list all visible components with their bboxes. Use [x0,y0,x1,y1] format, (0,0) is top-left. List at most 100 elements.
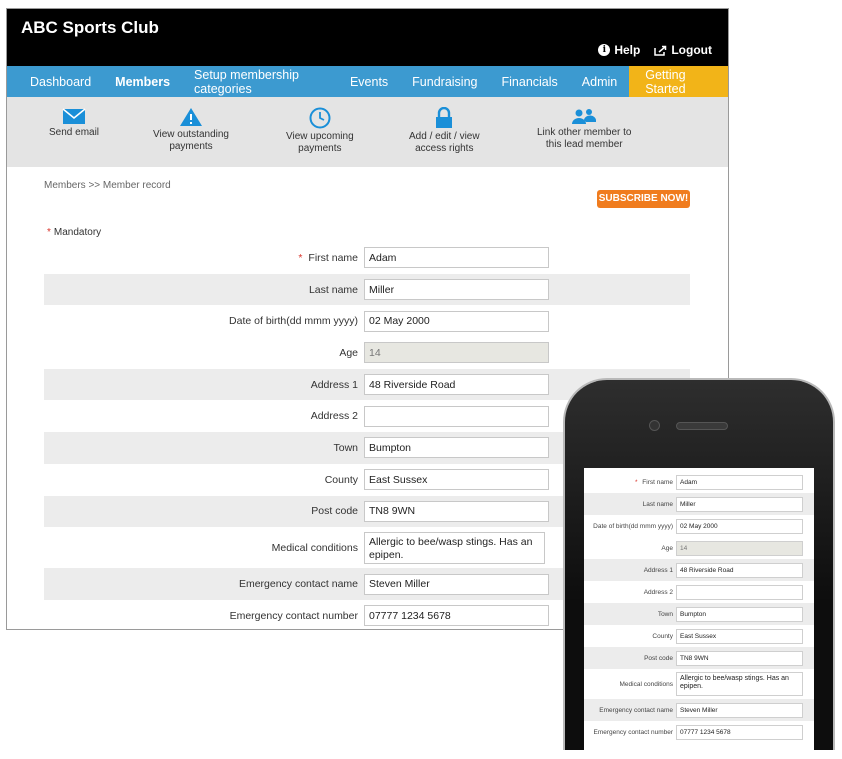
phone-screen: * First name Adam Last name Miller Date … [584,468,814,750]
help-label: Help [614,43,641,57]
dob-label: Date of birth(dd mmm yyyy) [229,315,358,328]
phone-mockup: * First name Adam Last name Miller Date … [563,378,835,750]
last-name-label: Last name [308,283,358,296]
warning-icon [179,108,202,126]
lock-icon [436,107,453,128]
phone-camera [649,420,660,431]
required-star: * [47,227,51,238]
nav-members[interactable]: Members [103,66,182,97]
nav-fundraising[interactable]: Fundraising [400,66,489,97]
mobile-dob-field[interactable]: 02 May 2000 [676,518,803,534]
address1-field[interactable]: 48 Riverside Road [364,374,549,396]
dob-field[interactable]: 02 May 2000 [364,310,549,332]
first-name-field[interactable]: Adam [364,247,549,269]
view-upcoming-payments-button[interactable]: View upcoming payments [286,107,354,155]
mobile-row-emergency-number: Emergency contact number 07777 1234 5678 [584,721,814,743]
mobile-row-last-name: Last name Miller [584,493,814,515]
mandatory-label: Mandatory [53,227,102,238]
emergency-number-label: Emergency contact number [229,609,358,622]
mobile-row-dob: Date of birth(dd mmm yyyy) 02 May 2000 [584,515,814,537]
mobile-row-postcode: Post code TN8 9WN [584,647,814,669]
info-icon: i [598,44,611,56]
mobile-postcode-field[interactable]: TN8 9WN [676,650,803,666]
send-email-label: Send email [49,127,100,138]
mobile-emergency-number-field[interactable]: 07777 1234 5678 [676,724,803,740]
mobile-row-age: Age 14 [584,537,814,559]
mobile-dob-label: Date of birth(dd mmm yyyy) [593,522,673,530]
outstanding-label-1: View outstanding [153,129,229,140]
help-link[interactable]: i Help [598,43,640,57]
mobile-row-emergency-name: Emergency contact name Steven Miller [584,699,814,721]
emergency-number-field[interactable]: 07777 1234 5678 [364,605,549,627]
form-row-dob: Date of birth(dd mmm yyyy) 02 May 2000 [44,305,690,337]
mobile-last-name-field[interactable]: Miller [676,496,803,512]
mobile-row-address2: Address 2 [584,581,814,603]
access-rights-button[interactable]: Add / edit / view access rights [409,107,480,155]
link-member-button[interactable]: Link other member to this lead member [537,107,632,151]
required-star: * [298,251,303,264]
nav-getting-started[interactable]: Getting Started [629,66,728,97]
postcode-field[interactable]: TN8 9WN [364,500,549,522]
town-label: Town [333,441,358,454]
age-label: Age [339,346,358,359]
mobile-town-label: Town [657,610,673,618]
postcode-label: Post code [311,505,358,518]
mobile-town-field[interactable]: Bumpton [676,606,803,622]
mobile-first-name-field[interactable]: Adam [676,474,803,490]
mobile-first-name-label-text: First name [642,478,673,486]
mobile-emergency-name-field[interactable]: Steven Miller [676,702,803,718]
required-star: * [634,478,638,486]
medical-field[interactable]: Allergic to bee/wasp stings. Has an epip… [364,531,545,564]
subscribe-button[interactable]: SUBSCRIBE NOW! [597,190,690,208]
link-label-2: this lead member [545,139,623,150]
county-field[interactable]: East Sussex [364,469,549,491]
envelope-icon [62,108,86,124]
medical-label: Medical conditions [271,541,358,554]
mobile-emergency-number-label: Emergency contact number [593,728,673,736]
mobile-row-medical: Medical conditions Allergic to bee/wasp … [584,669,814,699]
nav-setup-membership-categories[interactable]: Setup membership categories [182,66,338,97]
mobile-last-name-label: Last name [642,500,673,508]
form-row-first-name: * First name Adam [44,242,690,274]
address1-label: Address 1 [310,378,358,391]
form-row-age: Age 14 [44,337,690,369]
users-icon [572,109,597,124]
mobile-row-town: Town Bumpton [584,603,814,625]
mobile-address1-field[interactable]: 48 Riverside Road [676,562,803,578]
county-label: County [324,473,358,486]
app-header: ABC Sports Club i Help Logout [7,9,728,66]
nav-dashboard[interactable]: Dashboard [7,66,103,97]
upcoming-label-2: payments [298,143,342,154]
nav-financials[interactable]: Financials [490,66,570,97]
mobile-address1-label: Address 1 [643,566,673,574]
app-title: ABC Sports Club [21,18,159,37]
mobile-medical-field[interactable]: Allergic to bee/wasp stings. Has an epip… [676,672,803,696]
address2-field[interactable] [364,405,549,427]
mobile-age-label: Age [661,544,673,552]
mobile-county-field[interactable]: East Sussex [676,628,803,644]
main-nav: Dashboard Members Setup membership categ… [7,66,728,97]
nav-admin[interactable]: Admin [570,66,629,97]
outstanding-label-2: payments [169,141,213,152]
first-name-label-text: First name [308,251,358,264]
breadcrumb: Members >> Member record [44,180,171,191]
mobile-first-name-label: * First name [584,479,676,486]
access-label-1: Add / edit / view [409,131,480,142]
phone-speaker [676,422,728,430]
logout-link[interactable]: Logout [654,43,712,57]
logout-label: Logout [671,43,712,57]
age-field: 14 [364,342,549,364]
mobile-emergency-name-label: Emergency contact name [599,706,673,714]
emergency-name-label: Emergency contact name [238,578,358,591]
mobile-age-field: 14 [676,540,803,556]
last-name-field[interactable]: Miller [364,279,549,301]
send-email-button[interactable]: Send email [49,107,99,139]
town-field[interactable]: Bumpton [364,437,549,459]
nav-events[interactable]: Events [338,66,400,97]
emergency-name-field[interactable]: Steven Miller [364,573,549,595]
mobile-postcode-label: Post code [644,654,673,662]
first-name-label: * First name [44,252,364,264]
view-outstanding-payments-button[interactable]: View outstanding payments [153,107,229,153]
mobile-medical-label: Medical conditions [619,680,673,688]
mobile-address2-field[interactable] [676,584,803,600]
